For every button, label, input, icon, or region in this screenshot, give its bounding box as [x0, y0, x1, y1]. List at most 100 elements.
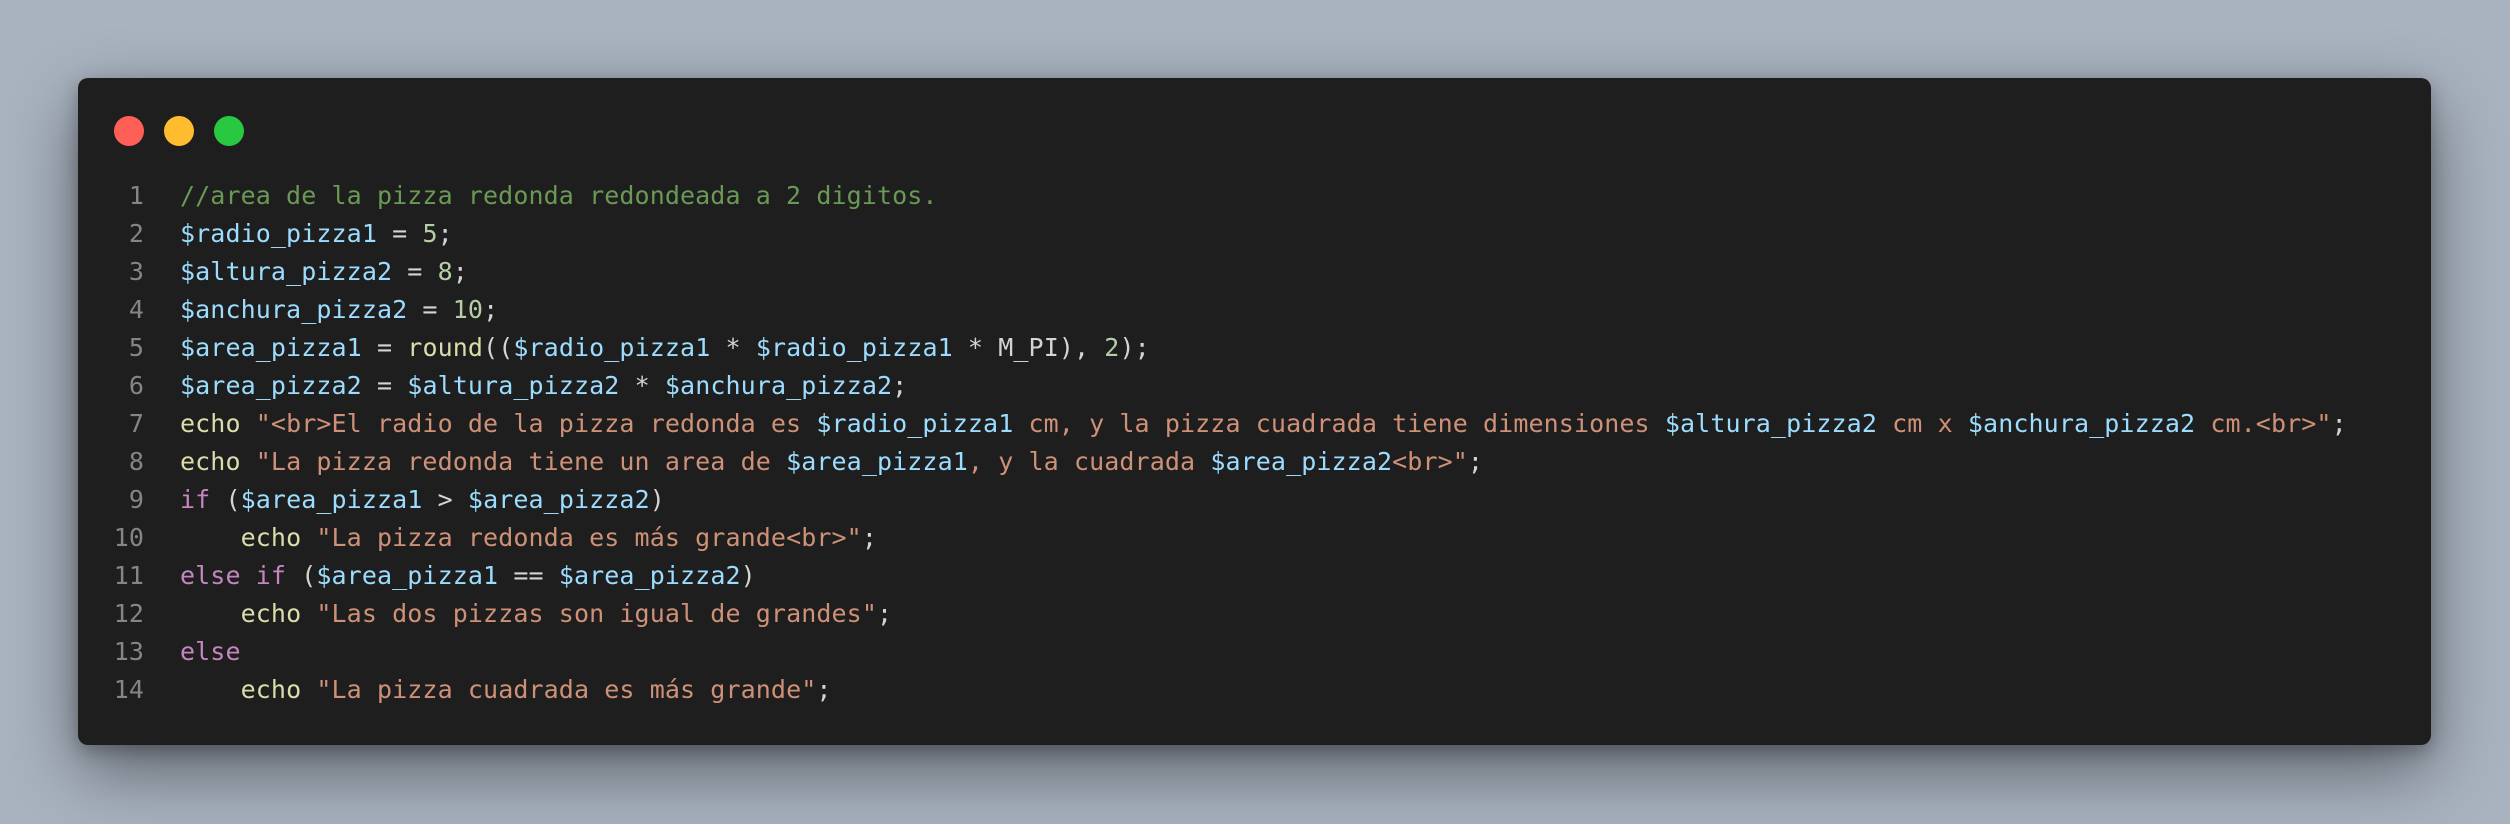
code-token: <br>": [1392, 447, 1468, 476]
code-token: 2: [1104, 333, 1120, 362]
code-token: ;: [892, 371, 908, 400]
code-token: =: [392, 257, 438, 286]
code-token: "<br>El radio de la pizza redonda es: [255, 409, 817, 438]
line-number: 11: [113, 561, 144, 590]
code-line: 2 $radio_pizza1 = 5;: [78, 215, 2431, 253]
code-token: $area_pizza2: [180, 371, 362, 400]
code-token: $area_pizza1: [240, 485, 423, 514]
zoom-dot-icon[interactable]: [214, 116, 244, 146]
code-token: ;: [1467, 447, 1484, 476]
line-number: 13: [113, 637, 144, 666]
code-token: ((: [483, 333, 514, 362]
code-token: else: [180, 637, 241, 666]
code-line: 10 echo "La pizza redonda es más grande<…: [78, 519, 2431, 557]
code-line: 5 $area_pizza1 = round(($radio_pizza1 * $…: [78, 329, 2431, 367]
code-line: 3 $altura_pizza2 = 8;: [78, 253, 2431, 291]
code-token: round: [407, 333, 484, 362]
code-token: ): [649, 485, 665, 514]
code-text: echo "<br>El radio de la pizza redonda e…: [144, 405, 2347, 443]
code-token: "La pizza redonda es más grande<br>": [316, 523, 862, 552]
code-token: =: [361, 371, 408, 400]
code-token: ;: [483, 295, 499, 324]
code-token: echo: [180, 447, 241, 476]
code-token: 10: [452, 295, 484, 324]
code-token: ;: [452, 257, 468, 286]
line-number: 9: [128, 485, 144, 514]
code-text: echo "La pizza cuadrada es más grande";: [144, 671, 832, 709]
code-line: 1 //area de la pizza redonda redondeada a…: [78, 177, 2431, 215]
code-token: else if: [180, 561, 287, 590]
line-number: 10: [113, 523, 144, 552]
code-text: //area de la pizza redonda redondeada a …: [144, 177, 938, 215]
code-token: //area de la pizza redonda redondeada a …: [180, 181, 938, 210]
code-token: =: [407, 295, 453, 324]
code-token: $area_pizza2: [1210, 447, 1393, 476]
code-token: ;: [2331, 409, 2347, 438]
code-token: >: [422, 485, 468, 514]
code-token: echo: [180, 409, 241, 438]
line-number: 1: [128, 181, 144, 210]
code-token: ;: [816, 675, 832, 704]
code-token: =: [376, 219, 423, 248]
line-number: 8: [128, 447, 144, 476]
code-token: *: [619, 371, 665, 400]
code-token: * M_PI),: [952, 333, 1105, 362]
code-token: (: [210, 485, 241, 514]
code-token: echo: [240, 675, 302, 704]
line-number: 7: [128, 409, 144, 438]
code-token: $area_pizza1: [786, 447, 968, 476]
code-text: echo "La pizza redonda es más grande<br>…: [144, 519, 877, 557]
code-token: $anchura_pizza2: [1967, 409, 2196, 438]
code-token: "Las dos pizzas son igual de grandes": [316, 599, 877, 628]
code-token: =: [361, 333, 408, 362]
code-token: );: [1119, 333, 1150, 362]
code-token: echo: [240, 599, 302, 628]
code-token: "La pizza redonda tiene un area de: [255, 447, 787, 476]
code-text: echo "Las dos pizzas son igual de grande…: [144, 595, 892, 633]
code-token: cm x: [1876, 409, 1968, 438]
code-token: $anchura_pizza2: [180, 295, 408, 324]
code-line: 6 $area_pizza2 = $altura_pizza2 * $anchur…: [78, 367, 2431, 405]
code-text: if ($area_pizza1 > $area_pizza2): [144, 481, 665, 519]
line-number: 12: [113, 599, 144, 628]
code-line: 7 echo "<br>El radio de la pizza redonda …: [78, 405, 2431, 443]
code-text: $altura_pizza2 = 8;: [144, 253, 468, 291]
code-text: $radio_pizza1 = 5;: [144, 215, 453, 253]
code-line: 14 echo "La pizza cuadrada es más grande…: [78, 671, 2431, 709]
code-token: $altura_pizza2: [407, 371, 620, 400]
minimize-dot-icon[interactable]: [164, 116, 194, 146]
code-block: 1 //area de la pizza redonda redondeada a…: [78, 177, 2431, 709]
code-line: 4 $anchura_pizza2 = 10;: [78, 291, 2431, 329]
code-window: 1 //area de la pizza redonda redondeada a…: [78, 78, 2431, 745]
code-token: 8: [437, 257, 453, 286]
code-token: ): [740, 561, 756, 590]
code-token: , y la cuadrada: [967, 447, 1211, 476]
code-token: $radio_pizza1: [513, 333, 711, 362]
code-text: else if ($area_pizza1 == $area_pizza2): [144, 557, 756, 595]
code-token: ==: [498, 561, 559, 590]
close-dot-icon[interactable]: [114, 116, 144, 146]
line-number: 6: [128, 371, 144, 400]
code-text: $anchura_pizza2 = 10;: [144, 291, 498, 329]
code-token: $anchura_pizza2: [664, 371, 893, 400]
line-number: 2: [128, 219, 144, 248]
code-line: 9 if ($area_pizza1 > $area_pizza2): [78, 481, 2431, 519]
code-text: $area_pizza1 = round(($radio_pizza1 * $r…: [144, 329, 1150, 367]
code-token: $area_pizza1: [316, 561, 499, 590]
code-token: (: [286, 561, 317, 590]
code-line: 11 else if ($area_pizza1 == $area_pizza2): [78, 557, 2431, 595]
code-token: $radio_pizza1: [755, 333, 953, 362]
code-text: else: [144, 633, 241, 671]
code-token: $area_pizza1: [180, 333, 362, 362]
code-token: $radio_pizza1: [180, 219, 377, 248]
window-controls: [114, 116, 244, 146]
code-token: $radio_pizza1: [816, 409, 1014, 438]
code-token: $altura_pizza2: [1664, 409, 1877, 438]
code-token: ;: [861, 523, 877, 552]
